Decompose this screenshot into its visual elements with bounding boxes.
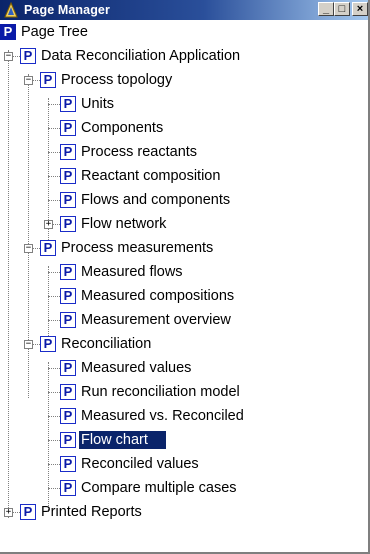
tree-node-label: Units [81,96,115,112]
tree-node[interactable]: P Process measurements [40,236,215,260]
window-controls: _ □ × [318,2,368,16]
tree-node[interactable]: P Measured compositions [60,284,236,308]
tree-node-label: Flow network [81,216,167,232]
minimize-button[interactable]: _ [318,2,334,16]
tree-node-label: Measured values [81,360,192,376]
page-p-icon: P [60,264,76,280]
tree-node[interactable]: P Components [60,116,165,140]
maximize-button[interactable]: □ [334,2,350,16]
tree-node-label: Printed Reports [41,504,142,520]
tree-expander-icon[interactable]: − [24,244,33,253]
tree-connector [48,104,60,105]
tree-connector [48,440,60,441]
page-manager-icon [3,1,19,18]
tree-connector [48,200,60,201]
tree-connector [48,128,60,129]
page-p-icon: P [60,288,76,304]
tree-node[interactable]: P Measurement overview [60,308,233,332]
page-p-icon: P [60,312,76,328]
tree-node[interactable]: P Reactant composition [60,164,222,188]
tree-connector [48,272,60,273]
tree-node[interactable]: P Flow network [60,212,168,236]
tree-connector [28,74,29,398]
page-p-icon: P [60,192,76,208]
tree-node-label: Measurement overview [81,312,231,328]
page-p-icon: P [60,144,76,160]
tree-node[interactable]: P Units [60,92,116,116]
tree-connector [48,296,60,297]
page-p-icon: P [60,96,76,112]
tree-node-label: Flow chart [79,431,166,449]
page-p-icon: P [60,384,76,400]
tree-node[interactable]: P Compare multiple cases [60,476,239,500]
tree-connector [8,50,9,518]
page-p-icon: P [60,360,76,376]
tree-expander-icon[interactable]: − [4,52,13,61]
title-bar[interactable]: Page Manager _ □ × [0,0,368,20]
page-p-icon: P [20,504,36,520]
tree-node-label: Process topology [61,72,173,88]
page-p-icon: P [60,480,76,496]
close-button[interactable]: × [352,2,368,16]
tree-node-label: Process reactants [81,144,198,160]
tree-connector [48,362,49,512]
tree-node[interactable]: P Measured values [60,356,193,380]
page-manager-window: Page Manager _ □ × P Page Tree P Data Rec… [0,0,370,554]
page-p-icon: P [60,216,76,232]
page-p-icon: P [60,168,76,184]
tree-node[interactable]: P Process topology [40,68,174,92]
tree-connector [48,176,60,177]
window-title: Page Manager [24,3,110,17]
tree-connector [48,464,60,465]
tree-node[interactable]: P Data Reconciliation Application [20,44,242,68]
tree-node-label: Flows and components [81,192,231,208]
page-p-icon: P [60,408,76,424]
page-p-icon: P [40,72,56,88]
tree-node-label: Process measurements [61,240,214,256]
tree-node-label: Reactant composition [81,168,221,184]
tree-expander-icon[interactable]: − [24,76,33,85]
tree-expander-icon[interactable]: + [4,508,13,517]
page-tree: P Page Tree P Data Reconciliation Applica… [0,20,366,552]
tree-connector [48,416,60,417]
tree-node-label: Measured vs. Reconciled [81,408,244,424]
tree-node[interactable]: P Reconciled values [60,452,201,476]
tree-node[interactable]: P Printed Reports [20,500,144,524]
tree-node-label: Reconciled values [81,456,199,472]
tree-root[interactable]: P Page Tree [0,20,90,44]
page-tree-icon: P [0,24,16,40]
tree-node-label: Measured compositions [81,288,235,304]
tree-node[interactable]: P Reconciliation [40,332,153,356]
tree-root-label: Page Tree [21,24,88,40]
page-p-icon: P [60,432,76,448]
tree-connector [48,488,60,489]
page-p-icon: P [60,120,76,136]
tree-node[interactable]: P Measured vs. Reconciled [60,404,246,428]
page-p-icon: P [40,336,56,352]
tree-node-label: Components [81,120,164,136]
tree-connector [48,392,60,393]
tree-node[interactable]: P Flow chart [60,428,166,452]
tree-node-label: Data Reconciliation Application [41,48,241,64]
tree-node[interactable]: P Run reconciliation model [60,380,242,404]
tree-node[interactable]: P Flows and components [60,188,232,212]
tree-expander-icon[interactable]: + [44,220,53,229]
tree-node-label: Run reconciliation model [81,384,240,400]
page-p-icon: P [60,456,76,472]
tree-expander-icon[interactable]: − [24,340,33,349]
tree-connector [48,152,60,153]
tree-node-label: Compare multiple cases [81,480,237,496]
tree-connector [48,368,60,369]
tree-node-label: Reconciliation [61,336,152,352]
page-p-icon: P [20,48,36,64]
tree-connector [48,320,60,321]
page-p-icon: P [40,240,56,256]
tree-node-label: Measured flows [81,264,183,280]
tree-node[interactable]: P Measured flows [60,260,185,284]
tree-node[interactable]: P Process reactants [60,140,199,164]
